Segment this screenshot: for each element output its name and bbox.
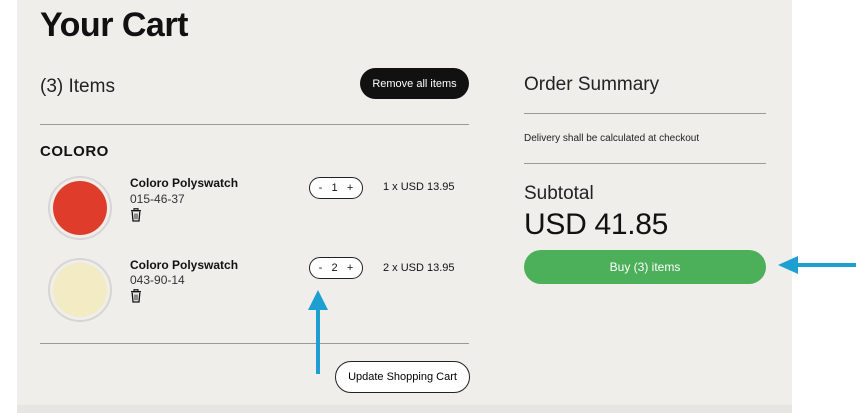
line-price: 1 x USD 13.95	[383, 181, 455, 193]
update-cart-button[interactable]: Update Shopping Cart	[335, 361, 470, 393]
product-code: 015-46-37	[130, 192, 185, 206]
buy-button[interactable]: Buy (3) items	[524, 250, 766, 284]
swatch-fill	[53, 181, 107, 235]
increment-button[interactable]: +	[347, 182, 353, 194]
panel-bottom-shade	[17, 405, 792, 413]
product-code: 043-90-14	[130, 273, 185, 287]
items-count: (3) Items	[40, 76, 115, 97]
remove-all-button[interactable]: Remove all items	[360, 68, 469, 99]
subtotal-value: USD 41.85	[524, 208, 669, 241]
increment-button[interactable]: +	[347, 262, 353, 274]
trash-icon[interactable]	[130, 289, 142, 303]
quantity-value[interactable]: 2	[332, 262, 338, 274]
color-swatch	[48, 258, 112, 322]
color-swatch	[48, 176, 112, 240]
divider-top	[40, 124, 469, 125]
order-summary-title: Order Summary	[524, 74, 660, 95]
quantity-stepper: - 1 +	[309, 177, 363, 199]
arrow-left-icon	[778, 256, 856, 274]
summary-divider-top	[524, 113, 766, 114]
divider-bottom	[40, 343, 469, 344]
delivery-note: Delivery shall be calculated at checkout	[524, 133, 700, 144]
product-name: Coloro Polyswatch	[130, 176, 239, 190]
subtotal-label: Subtotal	[524, 183, 594, 204]
swatch-fill	[53, 263, 107, 317]
trash-icon[interactable]	[130, 208, 142, 222]
decrement-button[interactable]: -	[319, 262, 323, 274]
arrow-up-icon	[308, 290, 328, 374]
decrement-button[interactable]: -	[319, 182, 323, 194]
quantity-stepper: - 2 +	[309, 257, 363, 279]
brand-heading: COLORO	[40, 143, 109, 160]
quantity-value[interactable]: 1	[332, 182, 338, 194]
product-name: Coloro Polyswatch	[130, 258, 239, 272]
page-title: Your Cart	[40, 6, 188, 44]
line-price: 2 x USD 13.95	[383, 262, 455, 274]
summary-divider-bottom	[524, 163, 766, 164]
